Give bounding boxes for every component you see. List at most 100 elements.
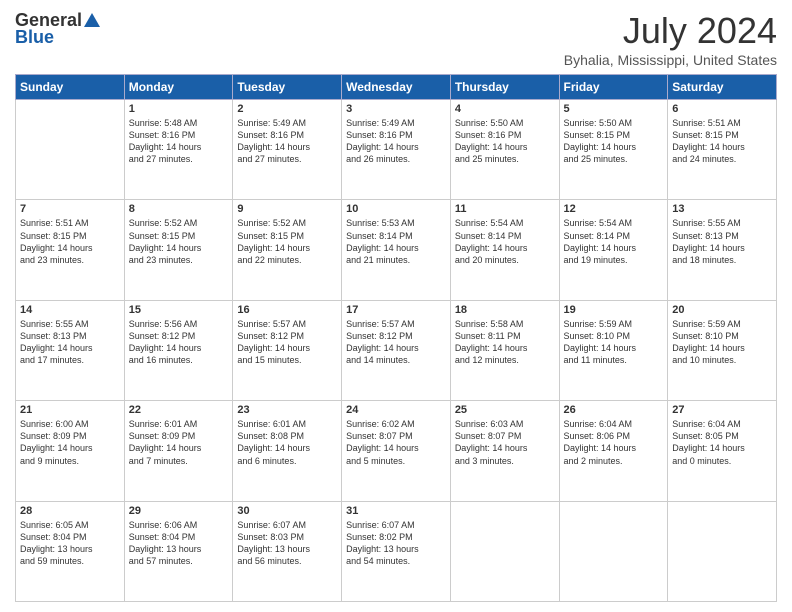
month-title: July 2024 [564,10,777,52]
day-details: Sunrise: 6:01 AM Sunset: 8:09 PM Dayligh… [129,418,229,467]
col-monday: Monday [124,75,233,100]
col-sunday: Sunday [16,75,125,100]
day-number: 31 [346,505,446,517]
table-row: 1 Sunrise: 5:48 AM Sunset: 8:16 PM Daylig… [124,100,233,200]
table-row: 11Sunrise: 5:54 AM Sunset: 8:14 PM Dayli… [450,200,559,300]
day-details: Sunrise: 6:07 AM Sunset: 8:03 PM Dayligh… [237,519,337,568]
day-number: 27 [672,404,772,416]
table-row: 21 Sunrise: 6:00 AM Sunset: 8:09 PM Dayli… [16,401,125,501]
day-details: Sunrise: 5:52 AM Sunset: 8:15 PM Dayligh… [129,217,229,266]
day-details: Sunrise: 5:49 AM Sunset: 8:16 PM Dayligh… [237,117,337,166]
day-number: 17 [346,304,446,316]
day-number: 12 [564,203,664,215]
logo: General Blue [15,10,101,48]
table-row: 14 Sunrise: 5:55 AM Sunset: 8:13 PM Dayli… [16,300,125,400]
day-number: 28 [20,505,120,517]
logo-blue-text: Blue [15,27,54,48]
table-row: 24 Sunrise: 6:02 AM Sunset: 8:07 PM Dayli… [342,401,451,501]
calendar-week-row: 21 Sunrise: 6:00 AM Sunset: 8:09 PM Dayli… [16,401,777,501]
day-details: Sunrise: 6:02 AM Sunset: 8:07 PM Dayligh… [346,418,446,467]
day-details: Sunrise: 5:54 AM Sunset: 8:14 PM Dayligh… [564,217,664,266]
table-row: 6 Sunrise: 5:51 AM Sunset: 8:15 PM Daylig… [668,100,777,200]
table-row [16,100,125,200]
table-row: 22 Sunrise: 6:01 AM Sunset: 8:09 PM Dayli… [124,401,233,501]
day-details: Sunrise: 5:49 AM Sunset: 8:16 PM Dayligh… [346,117,446,166]
day-number: 7 [20,203,120,215]
day-number: 14 [20,304,120,316]
table-row: 30 Sunrise: 6:07 AM Sunset: 8:03 PM Dayli… [233,501,342,601]
day-number: 18 [455,304,555,316]
day-number: 16 [237,304,337,316]
day-details: Sunrise: 6:01 AM Sunset: 8:08 PM Dayligh… [237,418,337,467]
day-number: 24 [346,404,446,416]
col-tuesday: Tuesday [233,75,342,100]
calendar-table: Sunday Monday Tuesday Wednesday Thursday… [15,74,777,602]
table-row: 25Sunrise: 6:03 AM Sunset: 8:07 PM Dayli… [450,401,559,501]
day-number: 11 [455,203,555,215]
table-row: 20Sunrise: 5:59 AM Sunset: 8:10 PM Dayli… [668,300,777,400]
day-number: 25 [455,404,555,416]
day-details: Sunrise: 5:59 AM Sunset: 8:10 PM Dayligh… [564,318,664,367]
day-details: Sunrise: 6:06 AM Sunset: 8:04 PM Dayligh… [129,519,229,568]
table-row: 31Sunrise: 6:07 AM Sunset: 8:02 PM Dayli… [342,501,451,601]
day-number: 5 [564,103,664,115]
col-saturday: Saturday [668,75,777,100]
day-number: 1 [129,103,229,115]
day-number: 19 [564,304,664,316]
day-number: 6 [672,103,772,115]
table-row [559,501,668,601]
day-details: Sunrise: 5:51 AM Sunset: 8:15 PM Dayligh… [20,217,120,266]
table-row: 27Sunrise: 6:04 AM Sunset: 8:05 PM Dayli… [668,401,777,501]
day-number: 13 [672,203,772,215]
day-details: Sunrise: 6:05 AM Sunset: 8:04 PM Dayligh… [20,519,120,568]
day-number: 20 [672,304,772,316]
page: General Blue July 2024 Byhalia, Mississi… [0,0,792,612]
table-row: 29 Sunrise: 6:06 AM Sunset: 8:04 PM Dayli… [124,501,233,601]
day-number: 15 [129,304,229,316]
table-row: 7 Sunrise: 5:51 AM Sunset: 8:15 PM Daylig… [16,200,125,300]
calendar-week-row: 1 Sunrise: 5:48 AM Sunset: 8:16 PM Daylig… [16,100,777,200]
day-details: Sunrise: 5:52 AM Sunset: 8:15 PM Dayligh… [237,217,337,266]
col-thursday: Thursday [450,75,559,100]
table-row: 4 Sunrise: 5:50 AM Sunset: 8:16 PM Daylig… [450,100,559,200]
day-number: 4 [455,103,555,115]
location: Byhalia, Mississippi, United States [564,52,777,68]
day-number: 26 [564,404,664,416]
header: General Blue July 2024 Byhalia, Mississi… [15,10,777,68]
day-details: Sunrise: 5:50 AM Sunset: 8:16 PM Dayligh… [455,117,555,166]
day-details: Sunrise: 5:55 AM Sunset: 8:13 PM Dayligh… [672,217,772,266]
table-row [450,501,559,601]
col-wednesday: Wednesday [342,75,451,100]
table-row: 28 Sunrise: 6:05 AM Sunset: 8:04 PM Dayli… [16,501,125,601]
calendar-week-row: 14 Sunrise: 5:55 AM Sunset: 8:13 PM Dayli… [16,300,777,400]
table-row: 3Sunrise: 5:49 AM Sunset: 8:16 PM Daylig… [342,100,451,200]
col-friday: Friday [559,75,668,100]
table-row: 10Sunrise: 5:53 AM Sunset: 8:14 PM Dayli… [342,200,451,300]
day-details: Sunrise: 5:48 AM Sunset: 8:16 PM Dayligh… [129,117,229,166]
table-row: 15 Sunrise: 5:56 AM Sunset: 8:12 PM Dayli… [124,300,233,400]
day-details: Sunrise: 5:50 AM Sunset: 8:15 PM Dayligh… [564,117,664,166]
day-number: 29 [129,505,229,517]
table-row: 8 Sunrise: 5:52 AM Sunset: 8:15 PM Daylig… [124,200,233,300]
table-row: 5 Sunrise: 5:50 AM Sunset: 8:15 PM Daylig… [559,100,668,200]
day-number: 30 [237,505,337,517]
day-details: Sunrise: 5:58 AM Sunset: 8:11 PM Dayligh… [455,318,555,367]
title-area: July 2024 Byhalia, Mississippi, United S… [564,10,777,68]
day-number: 8 [129,203,229,215]
day-details: Sunrise: 5:55 AM Sunset: 8:13 PM Dayligh… [20,318,120,367]
table-row: 26Sunrise: 6:04 AM Sunset: 8:06 PM Dayli… [559,401,668,501]
table-row: 19 Sunrise: 5:59 AM Sunset: 8:10 PM Dayli… [559,300,668,400]
table-row: 2 Sunrise: 5:49 AM Sunset: 8:16 PM Daylig… [233,100,342,200]
day-number: 2 [237,103,337,115]
day-details: Sunrise: 5:57 AM Sunset: 8:12 PM Dayligh… [237,318,337,367]
day-details: Sunrise: 5:56 AM Sunset: 8:12 PM Dayligh… [129,318,229,367]
day-details: Sunrise: 6:00 AM Sunset: 8:09 PM Dayligh… [20,418,120,467]
day-number: 22 [129,404,229,416]
table-row: 13 Sunrise: 5:55 AM Sunset: 8:13 PM Dayli… [668,200,777,300]
day-details: Sunrise: 5:51 AM Sunset: 8:15 PM Dayligh… [672,117,772,166]
table-row: 18 Sunrise: 5:58 AM Sunset: 8:11 PM Dayli… [450,300,559,400]
day-number: 21 [20,404,120,416]
day-number: 9 [237,203,337,215]
day-number: 10 [346,203,446,215]
day-number: 23 [237,404,337,416]
